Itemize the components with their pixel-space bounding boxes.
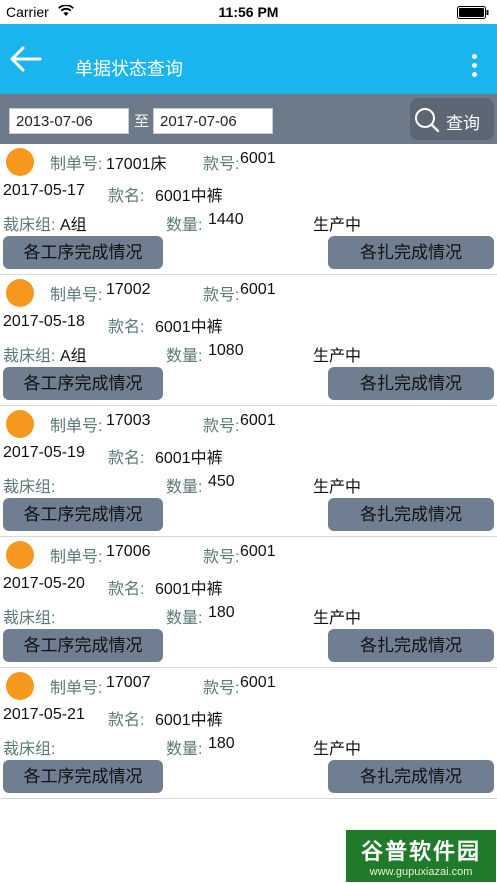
status-dot-icon — [6, 541, 34, 569]
style-number: 6001 — [240, 674, 276, 691]
order-label: 制单号: — [50, 680, 103, 697]
style-name-label: 款名: — [108, 319, 145, 336]
order-date: 2017-05-18 — [3, 313, 85, 330]
order-date: 2017-05-19 — [3, 444, 85, 461]
style-name: 6001中裤 — [155, 581, 223, 598]
style-number: 6001 — [240, 543, 276, 560]
order-number: 17001床 — [106, 156, 167, 173]
order-date: 2017-05-17 — [3, 182, 85, 199]
watermark-url: www.gupuxiazai.com — [369, 866, 473, 878]
cutting-group-label: 裁床组: — [3, 348, 56, 365]
end-date-input[interactable] — [153, 108, 273, 134]
status-label: 生产中 — [313, 217, 362, 234]
style-name: 6001中裤 — [155, 319, 223, 336]
bundle-status-button[interactable]: 各扎完成情况 — [328, 629, 494, 662]
style-name: 6001中裤 — [155, 450, 223, 467]
status-dot-icon — [6, 148, 34, 176]
bundle-status-button[interactable]: 各扎完成情况 — [328, 498, 494, 531]
more-dot-icon — [471, 54, 477, 59]
bundle-status-button[interactable]: 各扎完成情况 — [328, 367, 494, 400]
style-name: 6001中裤 — [155, 712, 223, 729]
status-label: 生产中 — [313, 610, 362, 627]
process-status-button[interactable]: 各工序完成情况 — [3, 498, 163, 531]
style-number: 6001 — [240, 150, 276, 167]
quantity-value: 180 — [208, 735, 235, 752]
order-number: 17002 — [106, 281, 151, 298]
style-number-label: 款号: — [203, 680, 240, 697]
order-number: 17007 — [106, 674, 151, 691]
order-date: 2017-05-20 — [3, 575, 85, 592]
quantity-label: 数量: — [166, 479, 203, 496]
quantity-label: 数量: — [166, 217, 203, 234]
order-card[interactable]: 制单号: 17006 款号: 6001 2017-05-20 款名: 6001中裤裁床组: 数… — [0, 537, 497, 668]
more-dot-icon — [471, 72, 477, 77]
style-name-label: 款名: — [108, 188, 145, 205]
bundle-status-button[interactable]: 各扎完成情况 — [328, 760, 494, 793]
navigation-bar: 单据状态查询 — [0, 24, 497, 94]
style-number: 6001 — [240, 281, 276, 298]
status-label: 生产中 — [313, 479, 362, 496]
arrow-left-icon — [10, 46, 42, 72]
order-label: 制单号: — [50, 156, 103, 173]
quantity-label: 数量: — [166, 348, 203, 365]
cutting-group-label: 裁床组: — [3, 479, 56, 496]
cutting-group: A组 — [60, 217, 87, 234]
quantity-value: 1080 — [208, 342, 244, 359]
style-number-label: 款号: — [203, 287, 240, 304]
quantity-label: 数量: — [166, 741, 203, 758]
process-status-button[interactable]: 各工序完成情况 — [3, 760, 163, 793]
order-number: 17006 — [106, 543, 151, 560]
cutting-group-label: 裁床组: — [3, 741, 56, 758]
cutting-group: A组 — [60, 348, 87, 365]
clock-label: 11:56 PM — [218, 4, 279, 20]
process-status-button[interactable]: 各工序完成情况 — [3, 367, 163, 400]
page-title: 单据状态查询 — [75, 59, 183, 79]
back-button[interactable] — [6, 42, 46, 76]
search-button[interactable]: 查询 — [410, 98, 494, 140]
cutting-group-label: 裁床组: — [3, 217, 56, 234]
status-bar: Carrier 11:56 PM — [0, 0, 497, 24]
style-number-label: 款号: — [203, 549, 240, 566]
process-status-button[interactable]: 各工序完成情况 — [3, 236, 163, 269]
order-number: 17003 — [106, 412, 151, 429]
battery-icon — [457, 6, 489, 19]
search-icon — [415, 108, 440, 133]
style-name-label: 款名: — [108, 581, 145, 598]
to-label: 至 — [134, 113, 150, 130]
style-name-label: 款名: — [108, 450, 145, 467]
cutting-group-label: 裁床组: — [3, 610, 56, 627]
status-label: 生产中 — [313, 741, 362, 758]
status-dot-icon — [6, 410, 34, 438]
watermark-logo: 谷普软件园 www.gupuxiazai.com — [346, 830, 496, 882]
more-menu-button[interactable] — [469, 54, 479, 82]
process-status-button[interactable]: 各工序完成情况 — [3, 629, 163, 662]
more-dot-icon — [471, 63, 477, 68]
style-name: 6001中裤 — [155, 188, 223, 205]
style-number: 6001 — [240, 412, 276, 429]
order-card[interactable]: 制单号: 17002 款号: 6001 2017-05-18 款名: 6001中裤裁床组: A… — [0, 275, 497, 406]
order-label: 制单号: — [50, 287, 103, 304]
quantity-value: 450 — [208, 473, 235, 490]
search-button-label: 查询 — [446, 114, 480, 133]
search-bar: 至 查询 — [0, 94, 497, 144]
bundle-status-button[interactable]: 各扎完成情况 — [328, 236, 494, 269]
watermark-title: 谷普软件园 — [360, 839, 481, 864]
status-dot-icon — [6, 672, 34, 700]
quantity-label: 数量: — [166, 610, 203, 627]
order-card[interactable]: 制单号: 17001床 款号: 6001 2017-05-17 款名: 6001中裤裁床组:… — [0, 144, 497, 275]
order-label: 制单号: — [50, 549, 103, 566]
style-name-label: 款名: — [108, 712, 145, 729]
start-date-input[interactable] — [9, 108, 129, 134]
style-number-label: 款号: — [203, 156, 240, 173]
quantity-value: 180 — [208, 604, 235, 621]
quantity-value: 1440 — [208, 211, 244, 228]
status-dot-icon — [6, 279, 34, 307]
order-card[interactable]: 制单号: 17007 款号: 6001 2017-05-21 款名: 6001中裤裁床组: 数… — [0, 668, 497, 799]
status-label: 生产中 — [313, 348, 362, 365]
style-number-label: 款号: — [203, 418, 240, 435]
order-label: 制单号: — [50, 418, 103, 435]
order-card[interactable]: 制单号: 17003 款号: 6001 2017-05-19 款名: 6001中裤裁床组: 数… — [0, 406, 497, 537]
order-date: 2017-05-21 — [3, 706, 85, 723]
order-list: 制单号: 17001床 款号: 6001 2017-05-17 款名: 6001中裤 裁床组:… — [0, 144, 497, 799]
